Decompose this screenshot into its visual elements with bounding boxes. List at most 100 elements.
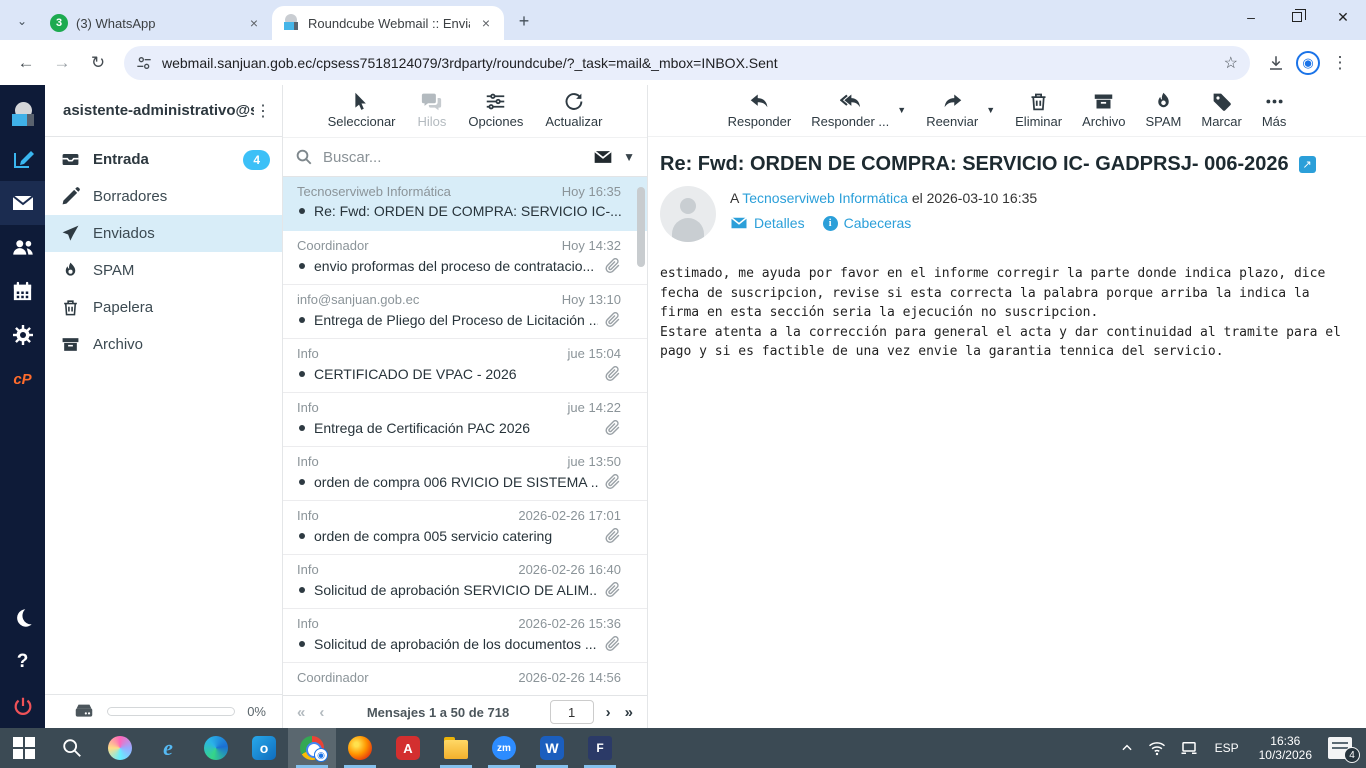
bookmark-star-icon[interactable]: ☆ <box>1224 53 1238 73</box>
list-item[interactable]: Coordinador Hoy 14:32 envio proformas del… <box>283 231 647 285</box>
search-options-chevron-icon[interactable]: ▼ <box>623 150 635 164</box>
reply-button[interactable]: Responder <box>728 91 791 129</box>
rail-settings-button[interactable] <box>0 313 45 357</box>
folder-borradores[interactable]: Borradores <box>45 178 282 215</box>
folder-spam[interactable]: SPAM <box>45 252 282 289</box>
options-button[interactable]: Opciones <box>468 91 523 129</box>
refresh-icon <box>565 93 583 110</box>
account-menu-icon[interactable]: ⋮ <box>254 101 272 121</box>
browser-menu-icon[interactable]: ⋮ <box>1324 47 1356 79</box>
whatsapp-badge-icon: 3 <box>50 14 68 32</box>
back-button[interactable]: ← <box>10 47 42 79</box>
taskbar-search-button[interactable] <box>48 728 96 768</box>
first-page-button[interactable]: « <box>295 704 307 721</box>
refresh-button[interactable]: ↻ <box>82 47 114 79</box>
tray-expand-chevron-icon[interactable] <box>1113 728 1141 768</box>
word-button[interactable]: W <box>528 728 576 768</box>
list-item[interactable]: Info jue 14:22 Entrega de Certificación P… <box>283 393 647 447</box>
cpanel-logo[interactable]: cP <box>0 357 45 401</box>
mark-button[interactable]: Marcar <box>1201 91 1242 129</box>
url-text[interactable]: webmail.sanjuan.gob.ec/cpsess7518124079/… <box>162 55 1216 71</box>
folder-archivo[interactable]: Archivo <box>45 326 282 363</box>
start-button[interactable] <box>0 728 48 768</box>
tab-search-button[interactable]: ⌄ <box>8 7 36 35</box>
internet-explorer-button[interactable]: e <box>144 728 192 768</box>
list-item[interactable]: info@sanjuan.gob.ec Hoy 13:10 Entrega de … <box>283 285 647 339</box>
refresh-list-button[interactable]: Actualizar <box>545 91 602 129</box>
message-view-panel: Responder Responder ... ▼ Reenviar ▼ Eli… <box>648 85 1366 728</box>
restore-button[interactable] <box>1274 0 1320 34</box>
forward-button[interactable]: → <box>46 47 78 79</box>
site-settings-icon[interactable] <box>136 55 152 71</box>
chrome-button[interactable]: ◉ <box>288 728 336 768</box>
folder-enviados[interactable]: Enviados <box>45 215 282 252</box>
roundcube-app: cP ? asistente-administrativo@sa... ⋮ En… <box>0 85 1366 728</box>
reply-all-menu-chevron-icon[interactable]: ▼ <box>897 105 906 115</box>
language-indicator[interactable]: ESP <box>1205 728 1249 768</box>
tab-roundcube[interactable]: Roundcube Webmail :: Enviados × <box>272 6 504 40</box>
rail-contacts-button[interactable] <box>0 225 45 269</box>
next-page-button[interactable]: › <box>604 704 613 721</box>
quota-bar: 0% <box>45 694 282 728</box>
edge-button[interactable] <box>192 728 240 768</box>
last-page-button[interactable]: » <box>623 704 635 721</box>
address-bar[interactable]: webmail.sanjuan.gob.ec/cpsess7518124079/… <box>124 45 1250 80</box>
close-window-button[interactable]: ✕ <box>1320 0 1366 34</box>
tab-whatsapp[interactable]: 3 (3) WhatsApp × <box>40 6 272 40</box>
headers-toggle[interactable]: i Cabeceras <box>822 215 911 231</box>
list-scrollbar[interactable] <box>637 187 645 267</box>
forward-button[interactable]: Reenviar <box>926 91 978 129</box>
list-item[interactable]: Info 2026-02-26 16:40 Solicitud de aproba… <box>283 555 647 609</box>
downloads-button[interactable] <box>1260 47 1292 79</box>
browser-navbar: ← → ↻ webmail.sanjuan.gob.ec/cpsess75181… <box>0 40 1366 85</box>
recipient-link[interactable]: Tecnoserviweb Informática <box>742 190 908 206</box>
firefox-button[interactable] <box>336 728 384 768</box>
list-item[interactable]: Info jue 13:50 orden de compra 006 RVICIO… <box>283 447 647 501</box>
rail-calendar-button[interactable] <box>0 269 45 313</box>
display-connect-icon[interactable] <box>1173 728 1205 768</box>
close-tab-icon[interactable]: × <box>246 15 262 31</box>
prev-page-button[interactable]: ‹ <box>317 704 326 721</box>
logout-power-icon[interactable] <box>0 684 45 728</box>
list-item[interactable]: Info 2026-02-26 17:01 orden de compra 005… <box>283 501 647 555</box>
copilot-button[interactable] <box>96 728 144 768</box>
search-input[interactable] <box>323 148 584 166</box>
roundcube-logo[interactable] <box>0 93 45 137</box>
file-explorer-button[interactable] <box>432 728 480 768</box>
folder-entrada[interactable]: Entrada 4 <box>45 141 282 178</box>
page-number-input[interactable] <box>549 700 594 724</box>
help-icon[interactable]: ? <box>0 640 45 684</box>
threads-button[interactable]: Hilos <box>418 91 446 129</box>
notification-center-icon[interactable]: 4 <box>1328 737 1360 763</box>
search-scope-mail-icon[interactable] <box>593 147 613 167</box>
archive-button[interactable]: Archivo <box>1082 91 1125 129</box>
list-item[interactable]: Coordinador 2026-02-26 14:56 <box>283 663 647 695</box>
wifi-icon[interactable] <box>1141 728 1173 768</box>
open-in-new-window-icon[interactable]: ↗ <box>1298 156 1316 173</box>
rail-mail-button[interactable] <box>0 181 45 225</box>
acrobat-button[interactable]: A <box>384 728 432 768</box>
browser-profile-icon[interactable]: ◉ <box>1296 50 1320 75</box>
close-tab-icon[interactable]: × <box>478 15 494 31</box>
spam-button[interactable]: SPAM <box>1145 91 1181 129</box>
details-toggle[interactable]: Detalles <box>730 214 805 232</box>
list-item[interactable]: Info 2026-02-26 15:36 Solicitud de aproba… <box>283 609 647 663</box>
select-button[interactable]: Seleccionar <box>328 91 396 129</box>
envelope-icon <box>731 217 747 229</box>
forticlient-button[interactable]: F <box>576 728 624 768</box>
dark-mode-icon[interactable] <box>0 596 45 640</box>
outlook-button[interactable]: o <box>240 728 288 768</box>
more-button[interactable]: Más <box>1262 91 1286 129</box>
new-tab-button[interactable]: + <box>510 7 538 35</box>
forward-menu-chevron-icon[interactable]: ▼ <box>986 105 995 115</box>
reply-all-button[interactable]: Responder ... <box>811 91 889 129</box>
list-item[interactable]: Info jue 15:04 CERTIFICADO DE VPAC - 2026 <box>283 339 647 393</box>
delete-button[interactable]: Eliminar <box>1015 91 1062 129</box>
minimize-button[interactable]: – <box>1228 0 1274 34</box>
folder-papelera[interactable]: Papelera <box>45 289 282 326</box>
zoom-button[interactable]: zm <box>480 728 528 768</box>
compose-button[interactable] <box>0 137 45 181</box>
clock[interactable]: 16:36 10/3/2026 <box>1249 734 1322 762</box>
list-item[interactable]: Tecnoserviweb Informática Hoy 16:35 Re: F… <box>283 177 647 231</box>
attachment-icon <box>605 312 620 328</box>
